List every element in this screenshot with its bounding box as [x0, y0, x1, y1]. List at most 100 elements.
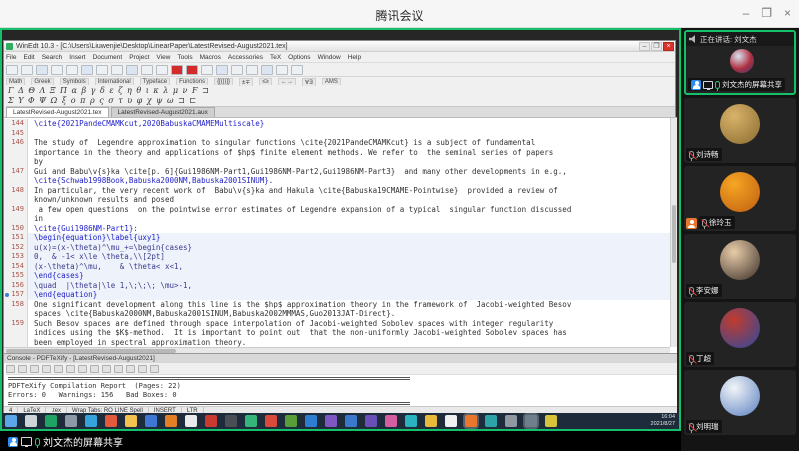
toolbar-icon-5[interactable] — [66, 65, 78, 75]
taskbar-app-icon-1[interactable] — [5, 415, 17, 427]
toolbar-icon-16[interactable] — [231, 65, 243, 75]
editor-vertical-scrollbar[interactable] — [670, 118, 677, 347]
taskbar-app-icon-2[interactable] — [25, 415, 37, 427]
taskbar-app-icon-17[interactable] — [325, 415, 337, 427]
menu-item-options[interactable]: Options — [288, 54, 310, 61]
menu-item-help[interactable]: Help — [348, 54, 361, 61]
console-toolbar-icon[interactable] — [30, 365, 39, 373]
symbol-tab[interactable]: ←→ — [278, 78, 296, 85]
console-toolbar-icon[interactable] — [114, 365, 123, 373]
toolbar-icon-11[interactable] — [156, 65, 168, 75]
toolbar-icon-20[interactable] — [291, 65, 303, 75]
symbol-tab[interactable]: Symbols — [60, 78, 89, 85]
toolbar-icon-2[interactable] — [21, 65, 33, 75]
bookmark-icon[interactable] — [5, 293, 9, 297]
menu-item-macros[interactable]: Macros — [200, 54, 221, 61]
video-tile-participant[interactable]: 丁超 — [684, 302, 796, 367]
console-toolbar-icon[interactable] — [90, 365, 99, 373]
taskbar-app-icon-22[interactable] — [425, 415, 437, 427]
taskbar-app-icon-13[interactable] — [245, 415, 257, 427]
console-toolbar-icon[interactable] — [126, 365, 135, 373]
toolbar-icon-13[interactable] — [186, 65, 198, 75]
close-button[interactable]: × — [784, 6, 791, 20]
taskbar-app-icon-27[interactable] — [525, 415, 537, 427]
symbol-tab[interactable]: Typeface — [140, 78, 170, 85]
menu-item-document[interactable]: Document — [93, 54, 123, 61]
greek-symbols-row-2[interactable]: Σ Υ Φ Ψ Ω ξ ο π ρ ς σ τ υ φ χ ψ ω ⊐ ⊏ — [8, 96, 675, 106]
document-tab[interactable]: LatestRevised-August2021.aux — [111, 107, 215, 117]
menu-item-accessories[interactable]: Accessories — [228, 54, 263, 61]
taskbar-app-icon-15[interactable] — [285, 415, 297, 427]
symbol-tab[interactable]: AMS — [322, 78, 341, 85]
winedt-maximize-button[interactable]: ❐ — [651, 42, 662, 51]
symbol-tab[interactable]: {[(|)]} — [214, 78, 233, 85]
taskbar-app-icon-23[interactable] — [445, 415, 457, 427]
taskbar-app-icon-14[interactable] — [265, 415, 277, 427]
maximize-button[interactable]: ❐ — [761, 6, 772, 20]
toolbar-icon-6[interactable] — [81, 65, 93, 75]
winedt-close-button[interactable]: × — [663, 42, 674, 51]
toolbar-icon-19[interactable] — [276, 65, 288, 75]
video-tile-participant[interactable]: 李安娜 — [684, 234, 796, 299]
menu-item-search[interactable]: Search — [42, 54, 63, 61]
symbol-tab[interactable]: ∀∃ — [302, 78, 316, 86]
symbol-tab[interactable]: Greek — [31, 78, 53, 85]
console-toolbar-icon[interactable] — [18, 365, 27, 373]
taskbar-app-icon-19[interactable] — [365, 415, 377, 427]
toolbar-icon-8[interactable] — [111, 65, 123, 75]
video-tile-participant[interactable]: 刘诗畅 — [684, 98, 796, 163]
video-tile-screen-share[interactable]: 正在讲话: 刘文杰 刘文杰的屏幕共享 — [684, 30, 796, 95]
console-toolbar-icon[interactable] — [78, 365, 87, 373]
winedt-minimize-button[interactable]: – — [639, 42, 650, 51]
symbol-tab[interactable]: Math — [6, 78, 25, 85]
console-toolbar-icon[interactable] — [150, 365, 159, 373]
taskbar-app-icon-12[interactable] — [225, 415, 237, 427]
menu-item-project[interactable]: Project — [129, 54, 149, 61]
symbol-tab[interactable]: Functions — [176, 78, 208, 85]
console-toolbar-icon[interactable] — [138, 365, 147, 373]
symbol-tab[interactable]: ≤≥ — [259, 78, 272, 85]
menu-item-view[interactable]: View — [156, 54, 170, 61]
taskbar-app-icon-7[interactable] — [125, 415, 137, 427]
toolbar-icon-7[interactable] — [96, 65, 108, 75]
scrollbar-thumb[interactable] — [672, 205, 676, 263]
minimize-button[interactable]: – — [743, 6, 750, 20]
video-tile-participant[interactable]: 刘明瑞 — [684, 370, 796, 435]
taskbar-app-icon-21[interactable] — [405, 415, 417, 427]
symbol-tab[interactable]: ±∓ — [239, 78, 253, 86]
taskbar-app-icon-5[interactable] — [85, 415, 97, 427]
taskbar-app-icon-3[interactable] — [45, 415, 57, 427]
taskbar-app-icon-4[interactable] — [65, 415, 77, 427]
console-toolbar-icon[interactable] — [102, 365, 111, 373]
console-toolbar-icon[interactable] — [42, 365, 51, 373]
console-toolbar-icon[interactable] — [54, 365, 63, 373]
taskbar-clock[interactable]: 16:04 2021/8/27 — [651, 414, 675, 428]
taskbar-app-icon-6[interactable] — [105, 415, 117, 427]
taskbar-app-icon-9[interactable] — [165, 415, 177, 427]
toolbar-icon-18[interactable] — [261, 65, 273, 75]
taskbar-app-icon-11[interactable] — [205, 415, 217, 427]
console-toolbar-icon[interactable] — [6, 365, 15, 373]
greek-symbols-row-1[interactable]: Γ Δ Θ Λ Ξ Π α β γ δ ε ζ η θ ι κ λ μ ν Ϝ … — [8, 86, 675, 96]
taskbar-app-icon-16[interactable] — [305, 415, 317, 427]
video-tile-participant[interactable]: 徐玲玉 — [684, 166, 796, 231]
symbol-tab[interactable]: International — [95, 78, 134, 85]
console-toolbar-icon[interactable] — [66, 365, 75, 373]
taskbar-app-icon-25[interactable] — [485, 415, 497, 427]
toolbar-icon-9[interactable] — [126, 65, 138, 75]
taskbar-app-icon-26[interactable] — [505, 415, 517, 427]
taskbar-app-icon-28[interactable] — [545, 415, 557, 427]
toolbar-icon-1[interactable] — [6, 65, 18, 75]
document-tab[interactable]: LatestRevised-August2021.tex — [6, 107, 109, 117]
menu-item-window[interactable]: Window — [318, 54, 341, 61]
menu-item-edit[interactable]: Edit — [23, 54, 34, 61]
toolbar-icon-15[interactable] — [216, 65, 228, 75]
toolbar-icon-4[interactable] — [51, 65, 63, 75]
toolbar-icon-17[interactable] — [246, 65, 258, 75]
menu-item-file[interactable]: File — [6, 54, 16, 61]
menu-item-tools[interactable]: Tools — [177, 54, 192, 61]
toolbar-icon-10[interactable] — [141, 65, 153, 75]
menu-item-insert[interactable]: Insert — [69, 54, 85, 61]
editor-area[interactable]: 144\cite{2021PandeCMAMKcut,2020BabuskaCM… — [4, 117, 677, 353]
taskbar-app-icon-8[interactable] — [145, 415, 157, 427]
